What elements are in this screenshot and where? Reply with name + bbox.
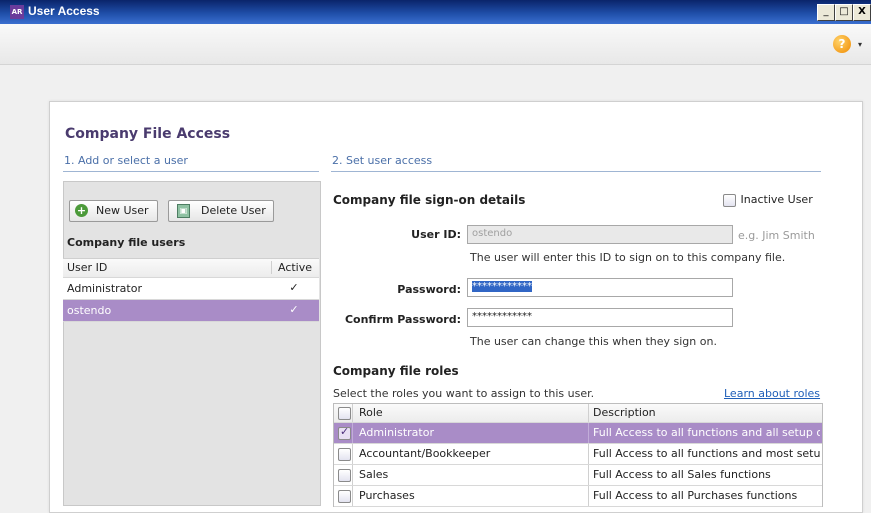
- column-header-user-id[interactable]: User ID: [67, 261, 107, 274]
- role-checkbox[interactable]: [338, 468, 351, 482]
- role-description: Full Access to all Purchases functions: [588, 486, 820, 506]
- password-value: ************: [472, 281, 532, 292]
- password-field[interactable]: ************: [467, 278, 733, 297]
- password-hint: The user can change this when they sign …: [470, 335, 717, 348]
- table-row[interactable]: Sales Full Access to all Sales functions: [334, 465, 822, 486]
- signon-heading: Company file sign-on details: [333, 193, 526, 207]
- roles-table: Role Description Administrator Full Acce…: [333, 403, 823, 507]
- roles-instruction: Select the roles you want to assign to t…: [333, 387, 595, 400]
- active-check-icon: ✓: [289, 303, 299, 316]
- help-icon[interactable]: ?: [833, 35, 851, 53]
- confirm-password-label: Confirm Password:: [344, 313, 461, 326]
- role-checkbox[interactable]: [338, 425, 351, 440]
- role-checkbox[interactable]: [338, 489, 351, 503]
- users-table: User ID Active Administrator ✓ ostendo ✓: [63, 258, 319, 322]
- user-id-example: e.g. Jim Smith: [738, 229, 815, 242]
- new-user-button[interactable]: + New User: [69, 200, 158, 222]
- chevron-down-icon[interactable]: ▾: [858, 40, 862, 49]
- delete-user-button[interactable]: ▣ Delete User: [168, 200, 274, 222]
- step-2-divider: [331, 171, 821, 172]
- table-row[interactable]: Administrator ✓: [63, 278, 319, 300]
- role-description: Full Access to all functions and all set…: [588, 423, 820, 443]
- close-button[interactable]: X: [853, 4, 871, 21]
- user-id-cell: Administrator: [67, 282, 142, 295]
- table-row-selected[interactable]: ostendo ✓: [63, 300, 319, 322]
- learn-about-roles-link[interactable]: Learn about roles: [724, 387, 820, 400]
- column-header-active[interactable]: Active: [271, 261, 318, 274]
- new-user-label: New User: [96, 204, 149, 217]
- window-title: User Access: [28, 4, 100, 18]
- add-icon: +: [75, 204, 88, 217]
- user-id-cell: ostendo: [67, 304, 112, 317]
- role-description: Full Access to all Sales functions: [588, 465, 820, 485]
- active-check-icon: ✓: [289, 281, 299, 294]
- user-id-label: User ID:: [411, 228, 461, 241]
- inactive-user-label: Inactive User: [740, 193, 813, 206]
- user-id-field[interactable]: ostendo: [467, 225, 733, 244]
- users-table-header: User ID Active: [63, 258, 319, 278]
- select-all-checkbox[interactable]: [338, 406, 351, 420]
- roles-table-header: Role Description: [334, 404, 822, 423]
- user-id-hint: The user will enter this ID to sign on t…: [470, 251, 786, 264]
- minimize-button[interactable]: _: [817, 4, 835, 21]
- step-2-heading: 2. Set user access: [332, 154, 433, 167]
- step-1-heading: 1. Add or select a user: [64, 154, 188, 167]
- users-heading: Company file users: [67, 236, 186, 249]
- role-name: Purchases: [352, 486, 588, 506]
- roles-heading: Company file roles: [333, 364, 459, 378]
- users-panel: [63, 181, 321, 506]
- delete-icon: ▣: [177, 204, 190, 218]
- inactive-user-checkbox[interactable]: Inactive User: [723, 193, 813, 207]
- column-header-description[interactable]: Description: [588, 404, 820, 422]
- delete-user-label: Delete User: [201, 204, 266, 217]
- page-title: Company File Access: [65, 126, 231, 142]
- role-name: Accountant/Bookkeeper: [352, 444, 588, 464]
- app-icon: AR: [10, 5, 24, 19]
- role-name: Administrator: [352, 423, 588, 443]
- window-titlebar: AR User Access _ □ X: [0, 0, 871, 24]
- confirm-password-field[interactable]: ************: [467, 308, 733, 327]
- step-1-divider: [63, 171, 319, 172]
- role-name: Sales: [352, 465, 588, 485]
- maximize-button[interactable]: □: [835, 4, 853, 21]
- column-header-role[interactable]: Role: [352, 404, 588, 422]
- password-label: Password:: [397, 283, 461, 296]
- toolbar: ? ▾: [0, 24, 871, 65]
- role-description: Full Access to all functions and most se…: [588, 444, 820, 464]
- checkbox-icon: [723, 193, 736, 207]
- table-row[interactable]: Accountant/Bookkeeper Full Access to all…: [334, 444, 822, 465]
- table-row-selected[interactable]: Administrator Full Access to all functio…: [334, 423, 822, 444]
- role-checkbox[interactable]: [338, 447, 351, 461]
